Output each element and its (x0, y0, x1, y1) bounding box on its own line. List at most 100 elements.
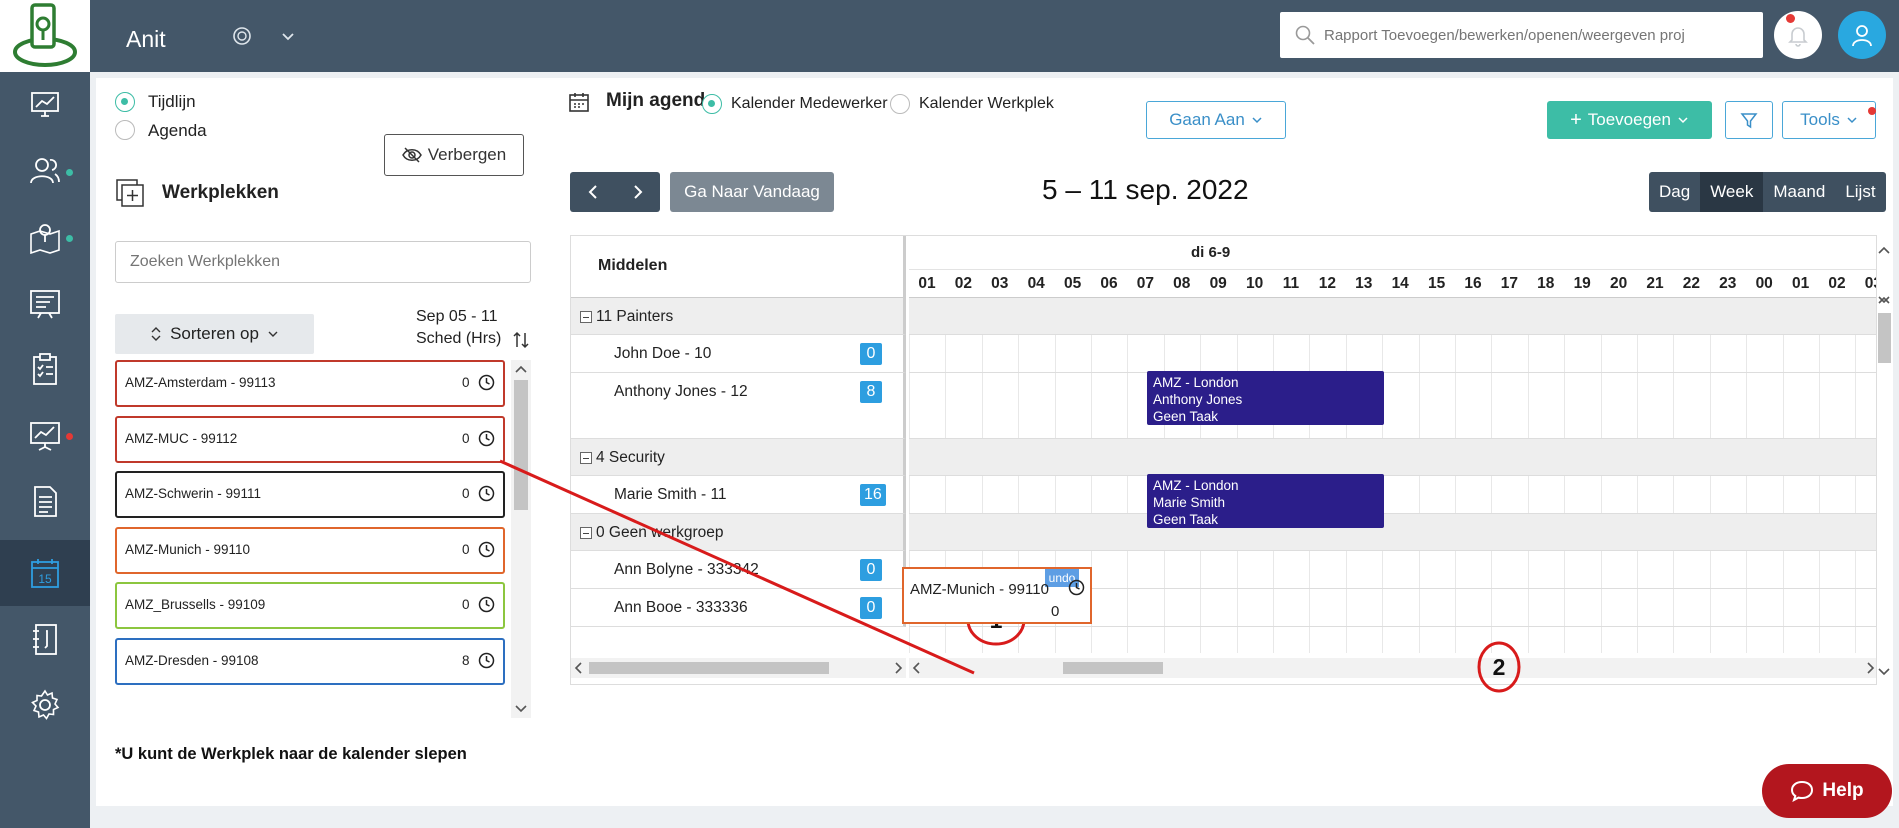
radio-timeline[interactable] (115, 92, 135, 112)
hide-button[interactable]: Verbergen (384, 134, 524, 176)
collapse-icon[interactable] (580, 451, 592, 464)
scroll-down-icon[interactable] (1877, 665, 1891, 677)
scroll-left-icon[interactable] (911, 661, 923, 675)
view-lijst[interactable]: Lijst (1835, 172, 1885, 212)
timeline-row[interactable] (909, 335, 1876, 373)
timeline-hscroll-thumb[interactable] (1063, 662, 1163, 674)
day-header: di 6-9 (1191, 244, 1231, 261)
workplace-card[interactable]: AMZ-Munich - 99110 0 (115, 526, 505, 574)
add-button[interactable]: + Toevoegen (1547, 101, 1712, 139)
global-search-input[interactable] (1324, 26, 1763, 44)
rail-item-monitor-chart[interactable] (0, 72, 90, 138)
workplace-card[interactable]: AMZ-Dresden - 99108 8 (115, 637, 505, 685)
scroll-right-icon[interactable] (892, 661, 904, 675)
timeline-row[interactable] (909, 514, 1876, 551)
user-icon (1852, 25, 1872, 47)
radio-agenda-label[interactable]: Agenda (148, 121, 207, 141)
app-logo[interactable] (0, 0, 90, 72)
workplaces-search-input[interactable] (115, 241, 531, 283)
clock-icon (478, 596, 495, 613)
hour-label: 21 (1646, 275, 1664, 292)
event-employee: Marie Smith (1153, 495, 1226, 510)
collapse-icon[interactable] (580, 526, 592, 539)
add-workplace-icon[interactable] (116, 179, 144, 207)
timeline-vscrollbar[interactable] (1874, 235, 1894, 685)
timeline-row[interactable] (909, 476, 1876, 514)
goto-button[interactable]: Gaan Aan (1146, 101, 1286, 139)
view-maand[interactable]: Maand (1763, 172, 1835, 212)
workplace-card[interactable]: AMZ-Schwerin - 99111 0 (115, 471, 505, 518)
timeline-vscroll-thumb[interactable] (1878, 313, 1891, 363)
view-dag[interactable]: Dag (1649, 172, 1700, 212)
scroll-up-icon[interactable] (1877, 295, 1891, 307)
resource-row[interactable]: Ann Bolyne - 333342 0 (571, 551, 906, 589)
sched-hours-label[interactable]: Sched (Hrs) (416, 330, 501, 348)
resources-header: Middelen (571, 236, 906, 298)
goto-button-label: Gaan Aan (1169, 110, 1245, 129)
timeline-row[interactable] (909, 439, 1876, 476)
radio-calendar-employee-label[interactable]: Kalender Medewerker (731, 95, 888, 113)
resources-hscroll-thumb[interactable] (589, 662, 829, 674)
resource-row[interactable]: John Doe - 10 0 (571, 335, 906, 373)
filter-button[interactable] (1725, 101, 1773, 139)
schedule-event[interactable]: AMZ - London Marie Smith Geen Taak (1147, 474, 1384, 528)
resource-group-row[interactable]: 11 Painters (571, 298, 906, 335)
resource-row[interactable]: Ann Booe - 333336 0 (571, 589, 906, 627)
sort-toggle-icon[interactable] (512, 331, 530, 349)
drag-ghost-workplace[interactable]: undo AMZ-Munich - 99110 0 (902, 567, 1092, 624)
rail-item-clipboard-board[interactable] (0, 270, 90, 336)
resources-hscrollbar[interactable] (571, 658, 906, 678)
rail-item-settings-gear[interactable] (0, 672, 90, 738)
radio-calendar-employee[interactable] (702, 94, 722, 114)
resource-group-row[interactable]: 4 Security (571, 439, 906, 476)
radio-agenda[interactable] (115, 120, 135, 140)
workplace-card[interactable]: AMZ-MUC - 99112 0 (115, 415, 505, 463)
workplace-card[interactable]: AMZ_Brussells - 99109 0 (115, 582, 505, 629)
radio-timeline-label[interactable]: Tijdlijn (148, 92, 196, 112)
rail-item-calendar[interactable]: 15 (0, 540, 90, 606)
rail-status-dot (66, 433, 73, 440)
tools-button[interactable]: Tools (1782, 101, 1876, 139)
timeline-row[interactable] (909, 298, 1876, 335)
global-search[interactable] (1280, 12, 1763, 58)
timeline-hscrollbar[interactable] (909, 658, 1876, 678)
sort-button[interactable]: Sorteren op (115, 314, 314, 354)
user-avatar-button[interactable] (1838, 11, 1886, 59)
scroll-up-icon[interactable] (1877, 245, 1891, 257)
rail-item-presentation-chart[interactable] (0, 402, 90, 468)
radio-calendar-workplace[interactable] (890, 94, 910, 114)
help-button[interactable]: Help (1762, 764, 1892, 818)
resource-row[interactable]: Anthony Jones - 12 8 (571, 373, 906, 439)
hour-label: 17 (1500, 275, 1519, 292)
rail-item-contacts-book[interactable] (0, 606, 90, 672)
scroll-down-icon[interactable] (511, 702, 531, 716)
view-week[interactable]: Week (1700, 172, 1764, 212)
timeline-row[interactable] (909, 373, 1876, 439)
hour-label: 10 (1245, 275, 1264, 292)
resource-row[interactable]: Marie Smith - 11 16 (571, 476, 906, 514)
today-button[interactable]: Ga Naar Vandaag (670, 172, 834, 212)
scroll-left-icon[interactable] (573, 661, 585, 675)
schedule-event[interactable]: AMZ - London Anthony Jones Geen Taak (1147, 371, 1384, 425)
scroll-up-icon[interactable] (511, 362, 531, 376)
resource-group-row[interactable]: 0 Geen werkgroep (571, 514, 906, 551)
prev-button[interactable] (570, 172, 615, 212)
next-button[interactable] (615, 172, 660, 212)
rail-item-map-pin[interactable] (0, 204, 90, 270)
language-icon[interactable] (232, 26, 252, 46)
workplace-card[interactable]: AMZ-Amsterdam - 99113 0 (115, 360, 505, 407)
workplaces-scroll-thumb[interactable] (514, 380, 528, 510)
hour-header-row: 01 02 03 04 05 06 07 08 09 10 11 12 13 14 15 16 17 18 19 20… (909, 269, 1876, 298)
hour-label: 12 (1318, 275, 1337, 292)
hour-label: 06 (1100, 275, 1118, 292)
rail-item-document[interactable] (0, 468, 90, 534)
collapse-icon[interactable] (580, 310, 592, 323)
sched-range: Sep 05 - 11 (416, 308, 498, 325)
chevron-down-icon[interactable] (280, 28, 296, 44)
rail-item-users[interactable] (0, 138, 90, 204)
rail-item-checklist[interactable] (0, 336, 90, 402)
radio-calendar-workplace-label[interactable]: Kalender Werkplek (919, 95, 1054, 113)
clipboard-board-icon (30, 290, 60, 319)
notifications-button[interactable] (1774, 11, 1822, 59)
workplaces-scrollbar[interactable] (511, 360, 531, 718)
